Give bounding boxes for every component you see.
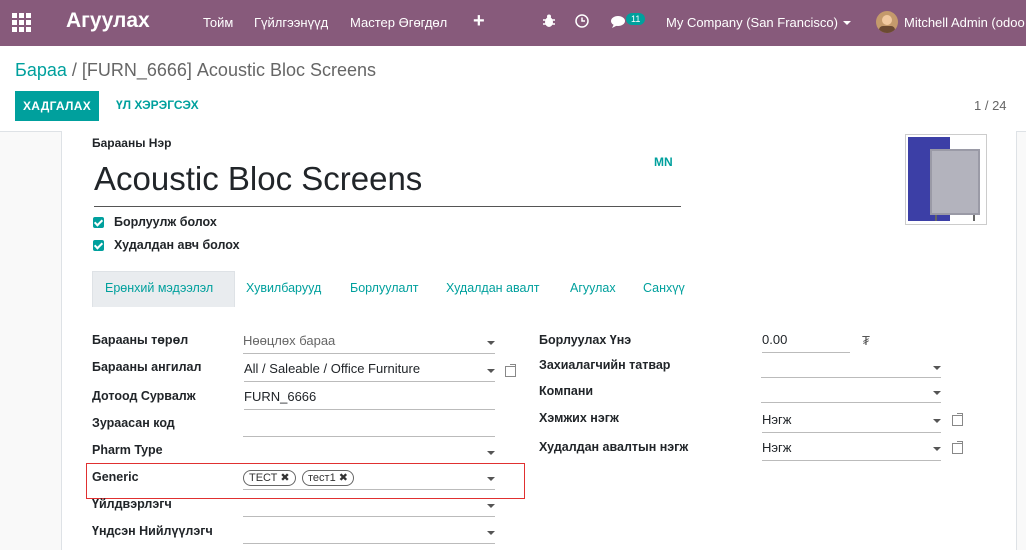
uom-select[interactable]: Нэгж (762, 412, 941, 433)
tag-remove-icon[interactable]: ✖ (280, 472, 289, 484)
tab-sales[interactable]: Борлуулалт (350, 281, 418, 295)
generic-label: Generic (92, 470, 139, 484)
control-panel: Бараа / [FURN_6666] Acoustic Bloc Screen… (0, 46, 1026, 132)
user-avatar[interactable] (876, 11, 898, 33)
tag-remove-icon[interactable]: ✖ (339, 472, 348, 484)
internal-ref-input[interactable]: FURN_6666 (244, 389, 495, 410)
purchase-uom-label: Худалдан авалтын нэгж (539, 440, 689, 454)
user-menu[interactable]: Mitchell Admin (odoo (904, 15, 1025, 30)
breadcrumb-current: [FURN_6666] Acoustic Bloc Screens (81, 60, 377, 80)
company-caret-icon[interactable] (843, 21, 851, 25)
chat-bubble-icon[interactable] (611, 15, 627, 32)
breadcrumb-separator: / (66, 60, 82, 80)
breadcrumb: Бараа / [FURN_6666] Acoustic Bloc Screen… (15, 60, 376, 81)
message-count-badge: 11 (626, 13, 646, 25)
product-name-input[interactable]: Acoustic Bloc Screens (94, 160, 681, 207)
can-buy-label: Худалдан авч болох (114, 238, 240, 252)
customer-tax-select[interactable] (761, 357, 941, 378)
language-code-button[interactable]: MN (654, 155, 673, 169)
can-sell-checkbox[interactable] (93, 217, 104, 228)
category-caret-icon[interactable] (487, 369, 495, 373)
uom-external-link-icon[interactable] (952, 413, 963, 426)
tab-inventory[interactable]: Агуулах (570, 281, 616, 295)
generic-tag-label: ТЕСТ (249, 472, 278, 484)
customer-tax-label: Захиалагчийн татвар (539, 358, 671, 372)
barcode-label: Зураасан код (92, 416, 175, 430)
main-supplier-select[interactable] (243, 523, 495, 544)
manufacturer-label: Үйлдвэрлэгч (92, 497, 172, 511)
purchase-uom-external-link-icon[interactable] (952, 441, 963, 454)
company-switcher[interactable]: My Company (San Francisco) (666, 15, 838, 30)
generic-tag-label: тест1 (308, 472, 336, 484)
purchase-uom-caret-icon[interactable] (933, 447, 941, 451)
product-name-label: Барааны Нэр (92, 136, 172, 150)
tab-purchase[interactable]: Худалдан авалт (446, 281, 539, 295)
product-image[interactable] (905, 134, 987, 225)
apps-menu-icon[interactable] (12, 13, 32, 33)
sales-price-input[interactable]: 0.00 (762, 332, 850, 353)
company-label: Компани (539, 384, 594, 398)
pharm-type-label: Pharm Type (92, 443, 163, 457)
breadcrumb-parent-link[interactable]: Бараа (15, 60, 67, 80)
discard-button[interactable]: ҮЛ ХЭРЭГСЭХ (116, 98, 199, 112)
manufacturer-select[interactable] (243, 496, 495, 517)
main-supplier-caret-icon[interactable] (487, 531, 495, 535)
generic-caret-icon[interactable] (487, 477, 495, 481)
currency-symbol: ₮ (862, 333, 870, 348)
uom-caret-icon[interactable] (933, 419, 941, 423)
internal-ref-label: Дотоод Сурвалж (92, 389, 196, 403)
pharm-type-caret-icon[interactable] (487, 451, 495, 455)
debug-bug-icon[interactable] (543, 14, 555, 31)
sales-price-label: Борлуулах Үнэ (539, 333, 632, 347)
tab-accounting[interactable]: Санхүү (643, 281, 685, 295)
can-buy-checkbox[interactable] (93, 240, 104, 251)
barcode-input[interactable] (243, 416, 495, 437)
uom-label: Хэмжих нэгж (539, 411, 619, 425)
tab-general-info[interactable]: Ерөнхий мэдээлэл (105, 281, 213, 295)
pharm-type-select[interactable] (243, 443, 495, 464)
company-select[interactable] (761, 382, 941, 403)
company-caret-icon[interactable] (933, 391, 941, 395)
menu-overview[interactable]: Тойм (203, 15, 233, 30)
manufacturer-caret-icon[interactable] (487, 504, 495, 508)
main-supplier-label: Үндсэн Нийлүүлэгч (92, 524, 213, 538)
can-sell-label: Борлуулж болох (114, 215, 217, 229)
generic-tag[interactable]: ТЕСТ ✖ (243, 470, 296, 486)
product-type-caret-icon[interactable] (487, 341, 495, 345)
purchase-uom-select[interactable]: Нэгж (762, 440, 941, 461)
top-navbar: Агуулах Тойм Гүйлгээнүүд Мастер Өгөгдөл … (0, 0, 1026, 46)
product-type-label: Барааны төрөл (92, 333, 189, 347)
app-title[interactable]: Агуулах (66, 9, 150, 33)
save-button[interactable]: ХАДГАЛАХ (15, 91, 100, 121)
menu-operations[interactable]: Гүйлгээнүүд (254, 15, 328, 30)
tab-variants[interactable]: Хувилбарууд (246, 281, 321, 295)
product-type-select[interactable]: Нөөцлөх бараа (243, 333, 495, 354)
pager-counter[interactable]: 1 / 24 (974, 98, 1007, 113)
customer-tax-caret-icon[interactable] (933, 366, 941, 370)
category-external-link-icon[interactable] (505, 364, 516, 377)
menu-master-data[interactable]: Мастер Өгөгдөл (350, 15, 447, 30)
category-label: Барааны ангилал (92, 360, 202, 374)
activity-clock-icon[interactable] (575, 14, 589, 31)
quick-create-plus-icon[interactable]: + (473, 10, 485, 33)
generic-tag[interactable]: тест1 ✖ (302, 470, 354, 486)
category-select[interactable]: All / Saleable / Office Furniture (244, 361, 495, 382)
